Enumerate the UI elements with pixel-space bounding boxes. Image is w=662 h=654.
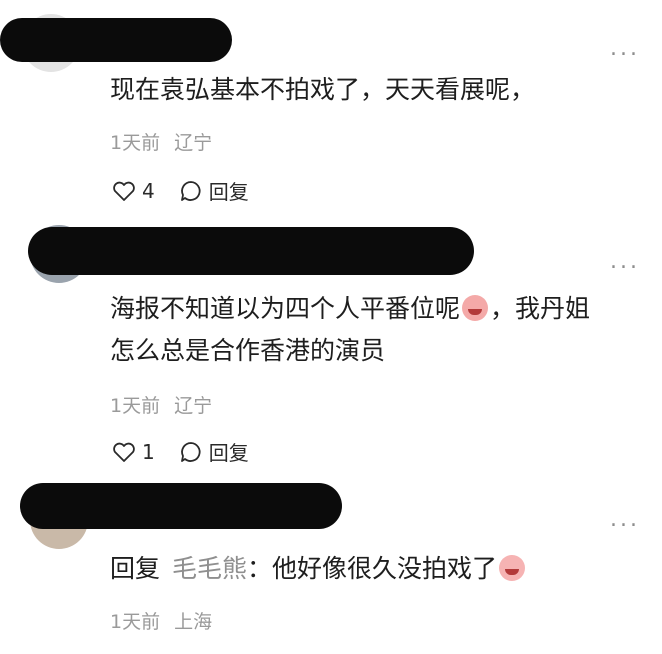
comment-time: 1天前 xyxy=(110,395,161,417)
crying-emoji-icon xyxy=(462,295,489,321)
comment-text: 海报不知道以为四个人平番位呢 ，我丹姐 xyxy=(110,291,632,327)
comment-actions: 4 回复 xyxy=(112,176,273,205)
like-button[interactable]: 4 xyxy=(112,179,155,203)
comment-text: 回复 毛毛熊：他好像很久没拍戏了 xyxy=(110,551,632,587)
comment-1: ... 现在袁弘基本不拍戏了，天天看展呢， 1天前 辽宁 4 回复 xyxy=(0,0,662,210)
reply-prefix: 回复 xyxy=(110,554,161,583)
redacted-username xyxy=(28,227,474,275)
laughing-emoji-icon xyxy=(499,555,526,581)
more-icon[interactable]: ... xyxy=(610,509,640,531)
comment-meta: 1天前 上海 xyxy=(110,607,212,634)
comment-location: 辽宁 xyxy=(174,395,213,417)
more-icon[interactable]: ... xyxy=(610,251,640,273)
reply-button[interactable]: 回复 xyxy=(179,176,249,205)
heart-icon xyxy=(113,442,135,462)
reply-button[interactable]: 回复 xyxy=(179,437,249,466)
heart-icon xyxy=(113,181,135,201)
comment-text-line1-after: ，我丹姐 xyxy=(490,294,591,323)
comment-bubble-icon xyxy=(180,441,201,462)
comment-2: ... 海报不知道以为四个人平番位呢 ，我丹姐 怎么总是合作香港的演员 1天前 辽… xyxy=(0,215,662,475)
comment-text-line2: 怎么总是合作香港的演员 xyxy=(110,336,386,365)
comment-meta: 1天前 辽宁 xyxy=(110,128,212,155)
like-count: 4 xyxy=(142,178,155,203)
comment-text-line1: 海报不知道以为四个人平番位呢 xyxy=(110,294,461,323)
redacted-username xyxy=(20,483,342,529)
comment-time: 1天前 xyxy=(110,132,161,154)
like-button[interactable]: 1 xyxy=(112,440,155,464)
comment-time: 1天前 xyxy=(110,611,161,633)
comment-actions: 1 回复 xyxy=(112,437,273,466)
reply-label: 回复 xyxy=(208,441,249,465)
reply-label: 回复 xyxy=(208,180,249,204)
comment-text: 现在袁弘基本不拍戏了，天天看展呢， xyxy=(110,75,536,104)
comment-bubble-icon xyxy=(180,180,201,201)
more-icon[interactable]: ... xyxy=(610,38,640,60)
reply-target-username[interactable]: 毛毛熊 xyxy=(172,554,247,583)
reply-text: ：他好像很久没拍戏了 xyxy=(247,554,498,583)
like-count: 1 xyxy=(142,439,155,464)
comment-location: 上海 xyxy=(174,611,213,633)
redacted-username xyxy=(0,18,232,62)
comment-location: 辽宁 xyxy=(174,132,213,154)
comment-meta: 1天前 辽宁 xyxy=(110,391,212,418)
comment-3: ... 回复 毛毛熊：他好像很久没拍戏了 1天前 上海 xyxy=(0,475,662,654)
